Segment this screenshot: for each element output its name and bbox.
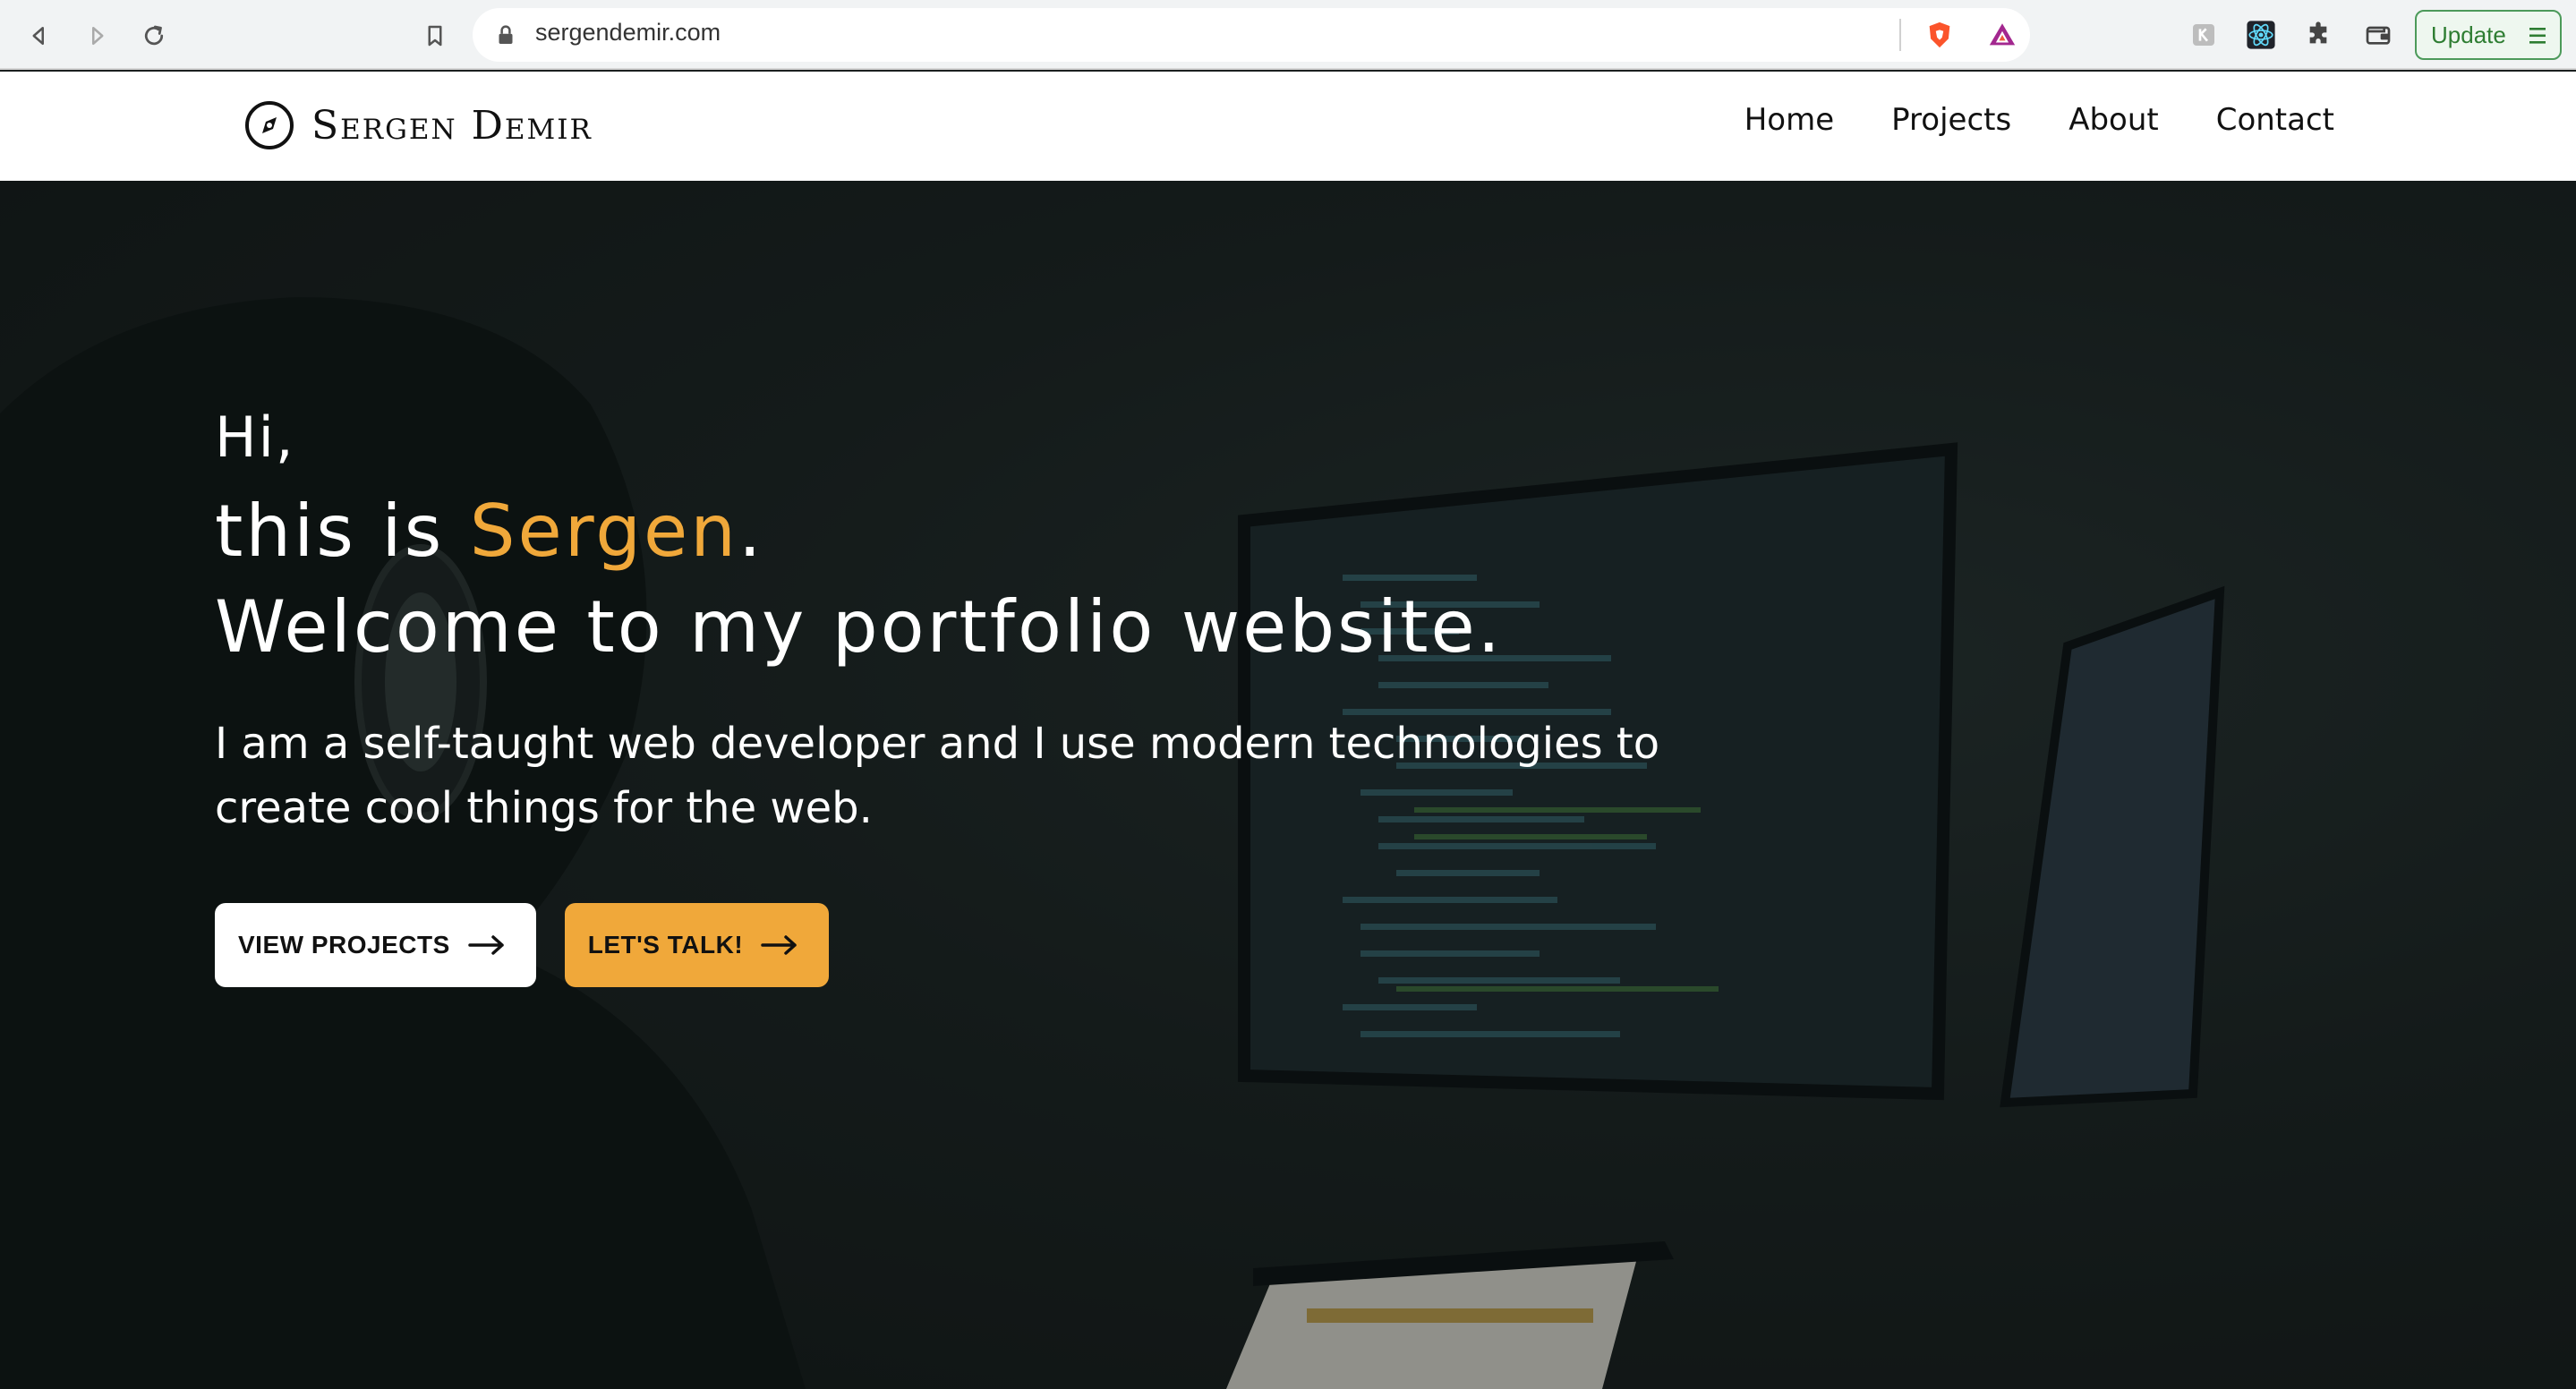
menu-icon bbox=[2529, 28, 2546, 44]
extensions-puzzle-icon[interactable] bbox=[2299, 16, 2337, 54]
compass-icon bbox=[245, 101, 294, 149]
reload-icon[interactable] bbox=[134, 16, 174, 55]
extension-k-icon[interactable] bbox=[2185, 16, 2222, 54]
nav-about[interactable]: About bbox=[2068, 102, 2159, 138]
browser-update-button[interactable]: Update bbox=[2415, 10, 2562, 60]
nav-home[interactable]: Home bbox=[1744, 102, 1834, 138]
main-nav: Home Projects About Contact bbox=[1687, 102, 2334, 138]
hero-intro-suffix: . bbox=[738, 490, 764, 573]
arrow-right-icon bbox=[468, 935, 504, 955]
address-bar[interactable]: sergendemir.com bbox=[473, 8, 2030, 62]
hero-section: Hi, this is Sergen. Welcome to my portfo… bbox=[0, 181, 2576, 1389]
back-icon[interactable] bbox=[20, 16, 59, 55]
view-projects-button[interactable]: VIEW PROJECTS bbox=[215, 903, 536, 987]
site-logo[interactable]: Sergen Demir bbox=[243, 97, 593, 154]
lets-talk-button[interactable]: LET'S TALK! bbox=[564, 903, 830, 987]
browser-toolbar: sergendemir.com Update bbox=[0, 0, 2576, 70]
brave-shield-icon[interactable] bbox=[1921, 16, 1958, 54]
hero-intro-prefix: this is bbox=[215, 490, 470, 573]
nav-contact[interactable]: Contact bbox=[2216, 102, 2334, 138]
lock-icon bbox=[499, 25, 513, 44]
lets-talk-label: LET'S TALK! bbox=[587, 931, 744, 959]
hero-intro: this is Sergen. bbox=[215, 490, 1772, 573]
update-label: Update bbox=[2431, 21, 2506, 48]
bookmark-icon[interactable] bbox=[415, 16, 455, 55]
hero-greeting: Hi, bbox=[215, 405, 295, 470]
hero-content: Hi, this is Sergen. Welcome to my portfo… bbox=[215, 405, 1772, 987]
wallet-icon[interactable] bbox=[2359, 16, 2397, 54]
site-header: Sergen Demir Home Projects About Contact bbox=[0, 72, 2576, 181]
hero-welcome: Welcome to my portfolio website. bbox=[215, 585, 1504, 669]
react-devtools-icon[interactable] bbox=[2242, 16, 2280, 54]
forward-icon[interactable] bbox=[77, 16, 116, 55]
address-bar-divider bbox=[1899, 19, 1901, 51]
logo-text: Sergen Demir bbox=[311, 102, 593, 149]
hero-cta-row: VIEW PROJECTS LET'S TALK! bbox=[215, 903, 1772, 987]
url-text: sergendemir.com bbox=[535, 19, 721, 46]
hero-description: I am a self-taught web developer and I u… bbox=[215, 719, 1660, 833]
hero-name: Sergen bbox=[469, 490, 738, 573]
brave-rewards-icon[interactable] bbox=[1983, 16, 2021, 54]
view-projects-label: VIEW PROJECTS bbox=[238, 931, 450, 959]
arrow-right-icon bbox=[761, 935, 797, 955]
nav-projects[interactable]: Projects bbox=[1891, 102, 2011, 138]
